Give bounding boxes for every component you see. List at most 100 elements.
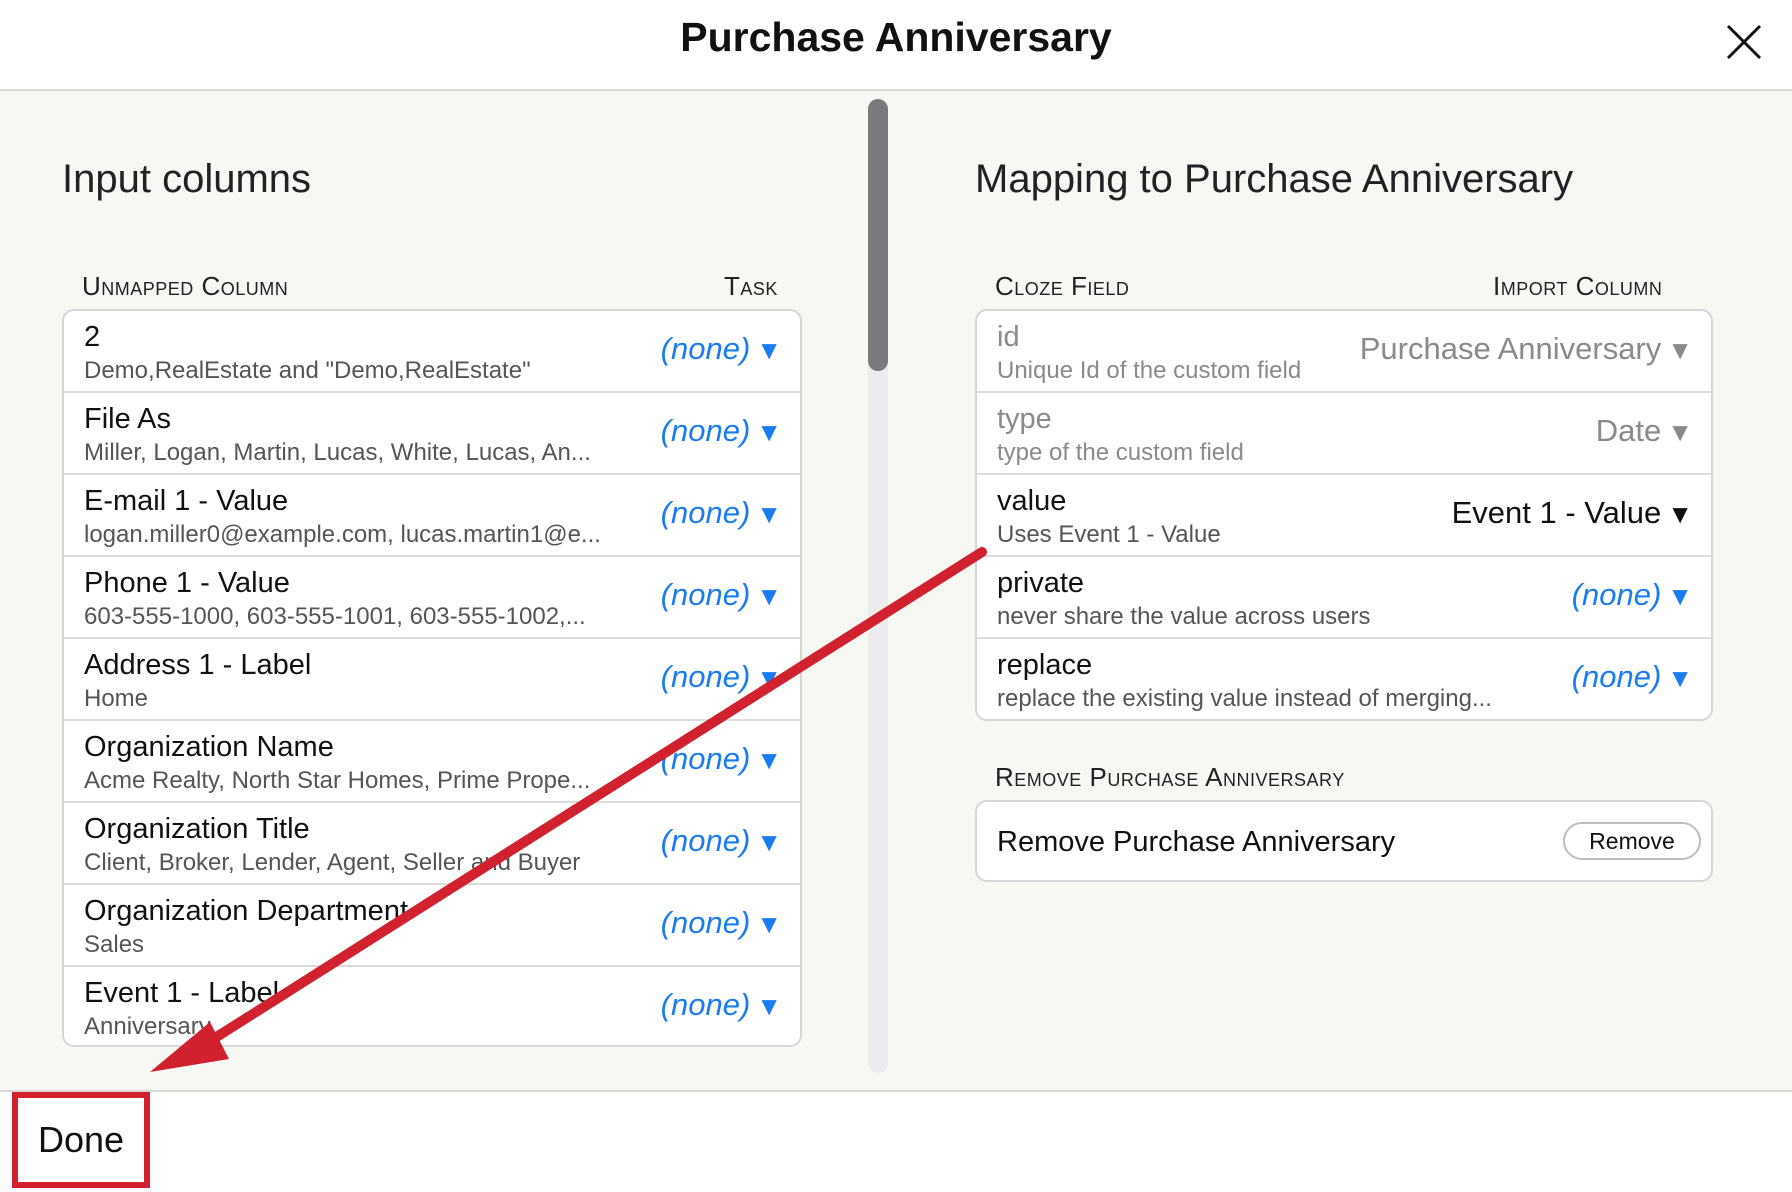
import-column-dropdown[interactable]: (none) ▼ — [1572, 659, 1693, 695]
caret-down-icon: ▼ — [1667, 417, 1693, 447]
caret-down-icon: ▼ — [756, 827, 782, 857]
column-name: Organization Department — [84, 895, 408, 927]
field-name: value — [997, 485, 1067, 517]
field-description: replace the existing value instead of me… — [997, 685, 1492, 712]
list-item: Organization Name Acme Realty, North Sta… — [64, 721, 800, 803]
column-name: Organization Title — [84, 813, 310, 845]
field-name: replace — [997, 649, 1093, 681]
caret-down-icon: ▼ — [756, 663, 782, 693]
import-column-dropdown[interactable]: Purchase Anniversary ▼ — [1360, 331, 1693, 367]
caret-down-icon: ▼ — [1667, 499, 1693, 529]
import-column-header: Import Column — [1493, 271, 1663, 301]
list-item: value Uses Event 1 - Value Event 1 - Val… — [977, 475, 1711, 557]
caret-down-icon: ▼ — [1667, 663, 1693, 693]
list-item: File As Miller, Logan, Martin, Lucas, Wh… — [64, 393, 800, 475]
mapping-title: Mapping to Purchase Anniversary — [975, 157, 1574, 201]
caret-down-icon: ▼ — [756, 745, 782, 775]
task-value: (none) — [660, 741, 751, 776]
list-item: id Unique Id of the custom field Purchas… — [977, 311, 1711, 393]
task-value: (none) — [660, 495, 751, 530]
import-column-value: (none) — [1571, 659, 1662, 694]
column-name: File As — [84, 403, 172, 435]
column-sample: 603-555-1000, 603-555-1001, 603-555-1002… — [84, 603, 586, 630]
task-header: Task — [724, 271, 778, 301]
remove-heading: Remove Purchase Anniversary — [995, 762, 1345, 792]
remove-button[interactable]: Remove — [1563, 822, 1701, 860]
scrollbar-thumb[interactable] — [868, 99, 888, 371]
unmapped-column-header: Unmapped Column — [82, 271, 289, 301]
import-column-value: Purchase Anniversary — [1359, 331, 1662, 366]
task-dropdown[interactable]: (none) ▼ — [661, 495, 782, 531]
caret-down-icon: ▼ — [756, 991, 782, 1021]
task-dropdown[interactable]: (none) ▼ — [661, 823, 782, 859]
close-icon — [1726, 24, 1762, 60]
task-dropdown[interactable]: (none) ▼ — [661, 577, 782, 613]
column-sample: Miller, Logan, Martin, Lucas, White, Luc… — [84, 439, 591, 466]
column-sample: Client, Broker, Lender, Agent, Seller an… — [84, 849, 581, 876]
column-sample: logan.miller0@example.com, lucas.martin1… — [84, 521, 601, 548]
import-column-dropdown[interactable]: Date ▼ — [1596, 413, 1693, 449]
column-name: Phone 1 - Value — [84, 567, 290, 599]
list-item: Event 1 - Label Anniversary (none) ▼ — [64, 967, 800, 1045]
field-description: Uses Event 1 - Value — [997, 521, 1221, 548]
list-item: replace replace the existing value inste… — [977, 639, 1711, 719]
field-name: id — [997, 321, 1020, 353]
import-column-dropdown[interactable]: Event 1 - Value ▼ — [1452, 495, 1693, 531]
caret-down-icon: ▼ — [1667, 335, 1693, 365]
list-item: Organization Title Client, Broker, Lende… — [64, 803, 800, 885]
caret-down-icon: ▼ — [756, 417, 782, 447]
task-dropdown[interactable]: (none) ▼ — [661, 987, 782, 1023]
column-name: Organization Name — [84, 731, 334, 763]
column-sample: Acme Realty, North Star Homes, Prime Pro… — [84, 767, 591, 794]
column-name: 2 — [84, 321, 101, 353]
column-name: Event 1 - Label — [84, 977, 280, 1009]
remove-panel: Remove Purchase Anniversary Remove — [975, 800, 1713, 882]
field-name: type — [997, 403, 1052, 435]
field-description: type of the custom field — [997, 439, 1244, 466]
caret-down-icon: ▼ — [756, 335, 782, 365]
done-button[interactable]: Done — [12, 1092, 150, 1188]
remove-label: Remove Purchase Anniversary — [997, 826, 1396, 858]
field-name: private — [997, 567, 1085, 599]
field-description: never share the value across users — [997, 603, 1371, 630]
dialog-title: Purchase Anniversary — [680, 14, 1112, 60]
task-dropdown[interactable]: (none) ▼ — [661, 659, 782, 695]
import-column-value: Event 1 - Value — [1451, 495, 1662, 530]
dialog-body: Input columns Unmapped Column Task 2 Dem… — [0, 91, 1792, 1090]
task-value: (none) — [660, 659, 751, 694]
dialog-header: Purchase Anniversary — [0, 0, 1792, 91]
import-column-value: Date — [1595, 413, 1662, 448]
task-value: (none) — [660, 905, 751, 940]
task-dropdown[interactable]: (none) ▼ — [661, 905, 782, 941]
list-item: Organization Department Sales (none) ▼ — [64, 885, 800, 967]
caret-down-icon: ▼ — [756, 581, 782, 611]
caret-down-icon: ▼ — [756, 909, 782, 939]
list-item: type type of the custom field Date ▼ — [977, 393, 1711, 475]
column-sample: Anniversary — [84, 1013, 211, 1040]
cloze-field-header: Cloze Field — [995, 271, 1130, 301]
task-value: (none) — [660, 823, 751, 858]
column-sample: Sales — [84, 931, 145, 958]
list-item: Phone 1 - Value 603-555-1000, 603-555-10… — [64, 557, 800, 639]
list-item: private never share the value across use… — [977, 557, 1711, 639]
task-value: (none) — [660, 413, 751, 448]
task-value: (none) — [660, 987, 751, 1022]
close-button[interactable] — [1724, 22, 1764, 62]
dialog-footer: Done — [0, 1090, 1792, 1192]
list-item: 2 Demo,RealEstate and "Demo,RealEstate" … — [64, 311, 800, 393]
column-sample: Demo,RealEstate and "Demo,RealEstate" — [84, 357, 531, 384]
task-dropdown[interactable]: (none) ▼ — [661, 331, 782, 367]
task-dropdown[interactable]: (none) ▼ — [661, 413, 782, 449]
task-value: (none) — [660, 577, 751, 612]
task-value: (none) — [660, 331, 751, 366]
field-description: Unique Id of the custom field — [997, 357, 1302, 384]
column-sample: Home — [84, 685, 149, 712]
input-columns-title: Input columns — [62, 157, 312, 201]
import-column-dropdown[interactable]: (none) ▼ — [1572, 577, 1693, 613]
list-item: Address 1 - Label Home (none) ▼ — [64, 639, 800, 721]
caret-down-icon: ▼ — [756, 499, 782, 529]
task-dropdown[interactable]: (none) ▼ — [661, 741, 782, 777]
column-name: Address 1 - Label — [84, 649, 312, 681]
mapping-list: id Unique Id of the custom field Purchas… — [975, 309, 1713, 721]
column-name: E-mail 1 - Value — [84, 485, 289, 517]
